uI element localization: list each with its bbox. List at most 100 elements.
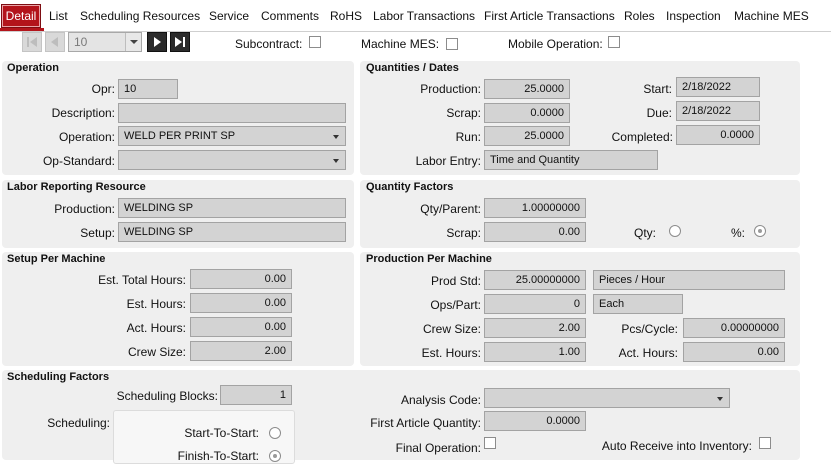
q-run-field[interactable]: 25.0000	[484, 126, 570, 146]
mobile-operation-checkbox[interactable]	[608, 36, 620, 48]
analysis-code-label: Analysis Code:	[400, 393, 481, 407]
quantity-factors-title: Quantity Factors	[366, 181, 454, 193]
mobile-operation-label: Mobile Operation:	[508, 37, 603, 51]
opstandard-label: Op-Standard:	[42, 154, 115, 168]
qty-radio[interactable]	[669, 225, 681, 237]
pm-act-hours-field[interactable]: 0.00	[683, 342, 785, 362]
start-label: Start:	[643, 82, 672, 96]
lr-setup-label: Setup:	[80, 226, 115, 240]
tab-inspection[interactable]: Inspection	[666, 9, 721, 23]
pct-radio[interactable]	[754, 225, 766, 237]
tab-roles[interactable]: Roles	[624, 9, 655, 23]
quantities-dates-title: Quantities / Dates	[366, 62, 459, 74]
tab-detail[interactable]: Detail	[1, 4, 41, 28]
next-record-button[interactable]	[147, 32, 167, 52]
scheduling-factors-title: Scheduling Factors	[7, 371, 110, 383]
chevron-down-icon[interactable]	[125, 33, 141, 51]
scheduling-blocks-label: Scheduling Blocks:	[116, 389, 218, 403]
due-label: Due:	[646, 106, 672, 120]
last-record-button[interactable]	[170, 32, 190, 52]
pcs-cycle-label: Pcs/Cycle:	[621, 322, 678, 336]
sm-act-hours-label: Act. Hours:	[126, 321, 186, 335]
q-production-label: Production:	[420, 82, 481, 96]
analysis-code-select[interactable]	[484, 388, 730, 408]
qty-parent-label: Qty/Parent:	[420, 202, 481, 216]
machine-mes-checkbox[interactable]	[446, 38, 458, 50]
tab-comments[interactable]: Comments	[261, 9, 319, 23]
ops-part-label: Ops/Part:	[430, 298, 481, 312]
sm-est-hours-field[interactable]: 0.00	[190, 293, 292, 313]
lr-production-field[interactable]: WELDING SP	[118, 198, 346, 218]
start-to-start-radio[interactable]	[269, 427, 281, 439]
operation-label: Operation:	[58, 130, 115, 144]
ops-part-unit-field[interactable]: Each	[593, 294, 683, 314]
start-date-field[interactable]: 2/18/2022	[676, 77, 760, 97]
tab-service[interactable]: Service	[209, 9, 249, 23]
scheduling-blocks-field[interactable]: 1	[220, 385, 292, 405]
operation-select[interactable]: WELD PER PRINT SP	[118, 126, 346, 146]
completed-label: Completed:	[611, 130, 673, 144]
sm-est-hours-label: Est. Hours:	[126, 297, 186, 311]
due-date-field[interactable]: 2/18/2022	[676, 101, 760, 121]
pct-radio-label: %:	[730, 226, 745, 240]
auto-receive-checkbox[interactable]	[759, 437, 771, 449]
labor-entry-field[interactable]: Time and Quantity	[484, 150, 658, 170]
prod-std-field[interactable]: 25.00000000	[484, 270, 586, 290]
est-total-hours-field[interactable]: 0.00	[190, 269, 292, 289]
sm-act-hours-field[interactable]: 0.00	[190, 317, 292, 337]
pm-est-hours-label: Est. Hours:	[421, 346, 481, 360]
q-run-label: Run:	[455, 130, 481, 144]
tab-scheduling-resources[interactable]: Scheduling Resources	[80, 9, 200, 23]
active-tab-indicator	[0, 28, 44, 31]
prod-std-unit-field[interactable]: Pieces / Hour	[593, 270, 785, 290]
subcontract-label: Subcontract:	[235, 37, 303, 51]
lr-production-label: Production:	[54, 202, 115, 216]
qty-parent-field[interactable]: 1.00000000	[484, 198, 586, 218]
labor-entry-label: Labor Entry:	[415, 154, 481, 168]
first-article-quantity-field[interactable]: 0.0000	[484, 411, 586, 431]
scheduling-label: Scheduling:	[47, 416, 110, 430]
tab-rohs[interactable]: RoHS	[330, 9, 362, 23]
q-scrap-label: Scrap:	[446, 106, 481, 120]
qty-radio-label: Qty:	[633, 226, 656, 240]
tab-machine-mes[interactable]: Machine MES	[734, 9, 809, 23]
description-field[interactable]	[118, 103, 346, 123]
opstandard-select[interactable]	[118, 150, 346, 170]
q-scrap-field[interactable]: 0.0000	[484, 103, 570, 123]
qf-scrap-label: Scrap:	[446, 226, 481, 240]
subcontract-checkbox[interactable]	[309, 36, 321, 48]
sm-crew-size-label: Crew Size:	[127, 345, 186, 359]
tab-labor-transactions[interactable]: Labor Transactions	[373, 9, 475, 23]
tab-first-article-transactions[interactable]: First Article Transactions	[484, 9, 615, 23]
final-operation-label: Final Operation:	[395, 441, 481, 455]
pcs-cycle-field[interactable]: 0.00000000	[683, 318, 785, 338]
previous-record-button[interactable]	[45, 32, 65, 52]
tab-bar: Detail List Scheduling Resources Service…	[0, 0, 831, 32]
first-article-quantity-label: First Article Quantity:	[370, 416, 481, 430]
finish-to-start-radio[interactable]	[269, 450, 281, 462]
final-operation-checkbox[interactable]	[484, 437, 496, 449]
est-total-hours-label: Est. Total Hours:	[98, 273, 186, 287]
sm-crew-size-field[interactable]: 2.00	[190, 341, 292, 361]
pm-est-hours-field[interactable]: 1.00	[484, 342, 586, 362]
record-selector-value: 10	[74, 35, 88, 49]
ops-part-field[interactable]: 0	[484, 294, 586, 314]
auto-receive-label: Auto Receive into Inventory:	[601, 439, 752, 453]
pm-act-hours-label: Act. Hours:	[618, 346, 678, 360]
lr-setup-field[interactable]: WELDING SP	[118, 222, 346, 242]
last-record-icon	[175, 37, 185, 47]
machine-mes-label: Machine MES:	[361, 37, 440, 51]
previous-record-icon	[51, 37, 58, 47]
pm-crew-size-label: Crew Size:	[422, 322, 481, 336]
pm-crew-size-field[interactable]: 2.00	[484, 318, 586, 338]
start-to-start-label: Start-To-Start:	[184, 426, 259, 440]
first-record-button[interactable]	[22, 32, 42, 52]
opr-field[interactable]: 10	[118, 79, 178, 99]
finish-to-start-label: Finish-To-Start:	[177, 449, 259, 463]
record-selector[interactable]: 10	[68, 32, 142, 52]
tab-list[interactable]: List	[49, 9, 68, 23]
description-label: Description:	[51, 106, 115, 120]
q-production-field[interactable]: 25.0000	[484, 79, 570, 99]
completed-field[interactable]: 0.0000	[676, 125, 760, 145]
qf-scrap-field[interactable]: 0.00	[484, 222, 586, 242]
